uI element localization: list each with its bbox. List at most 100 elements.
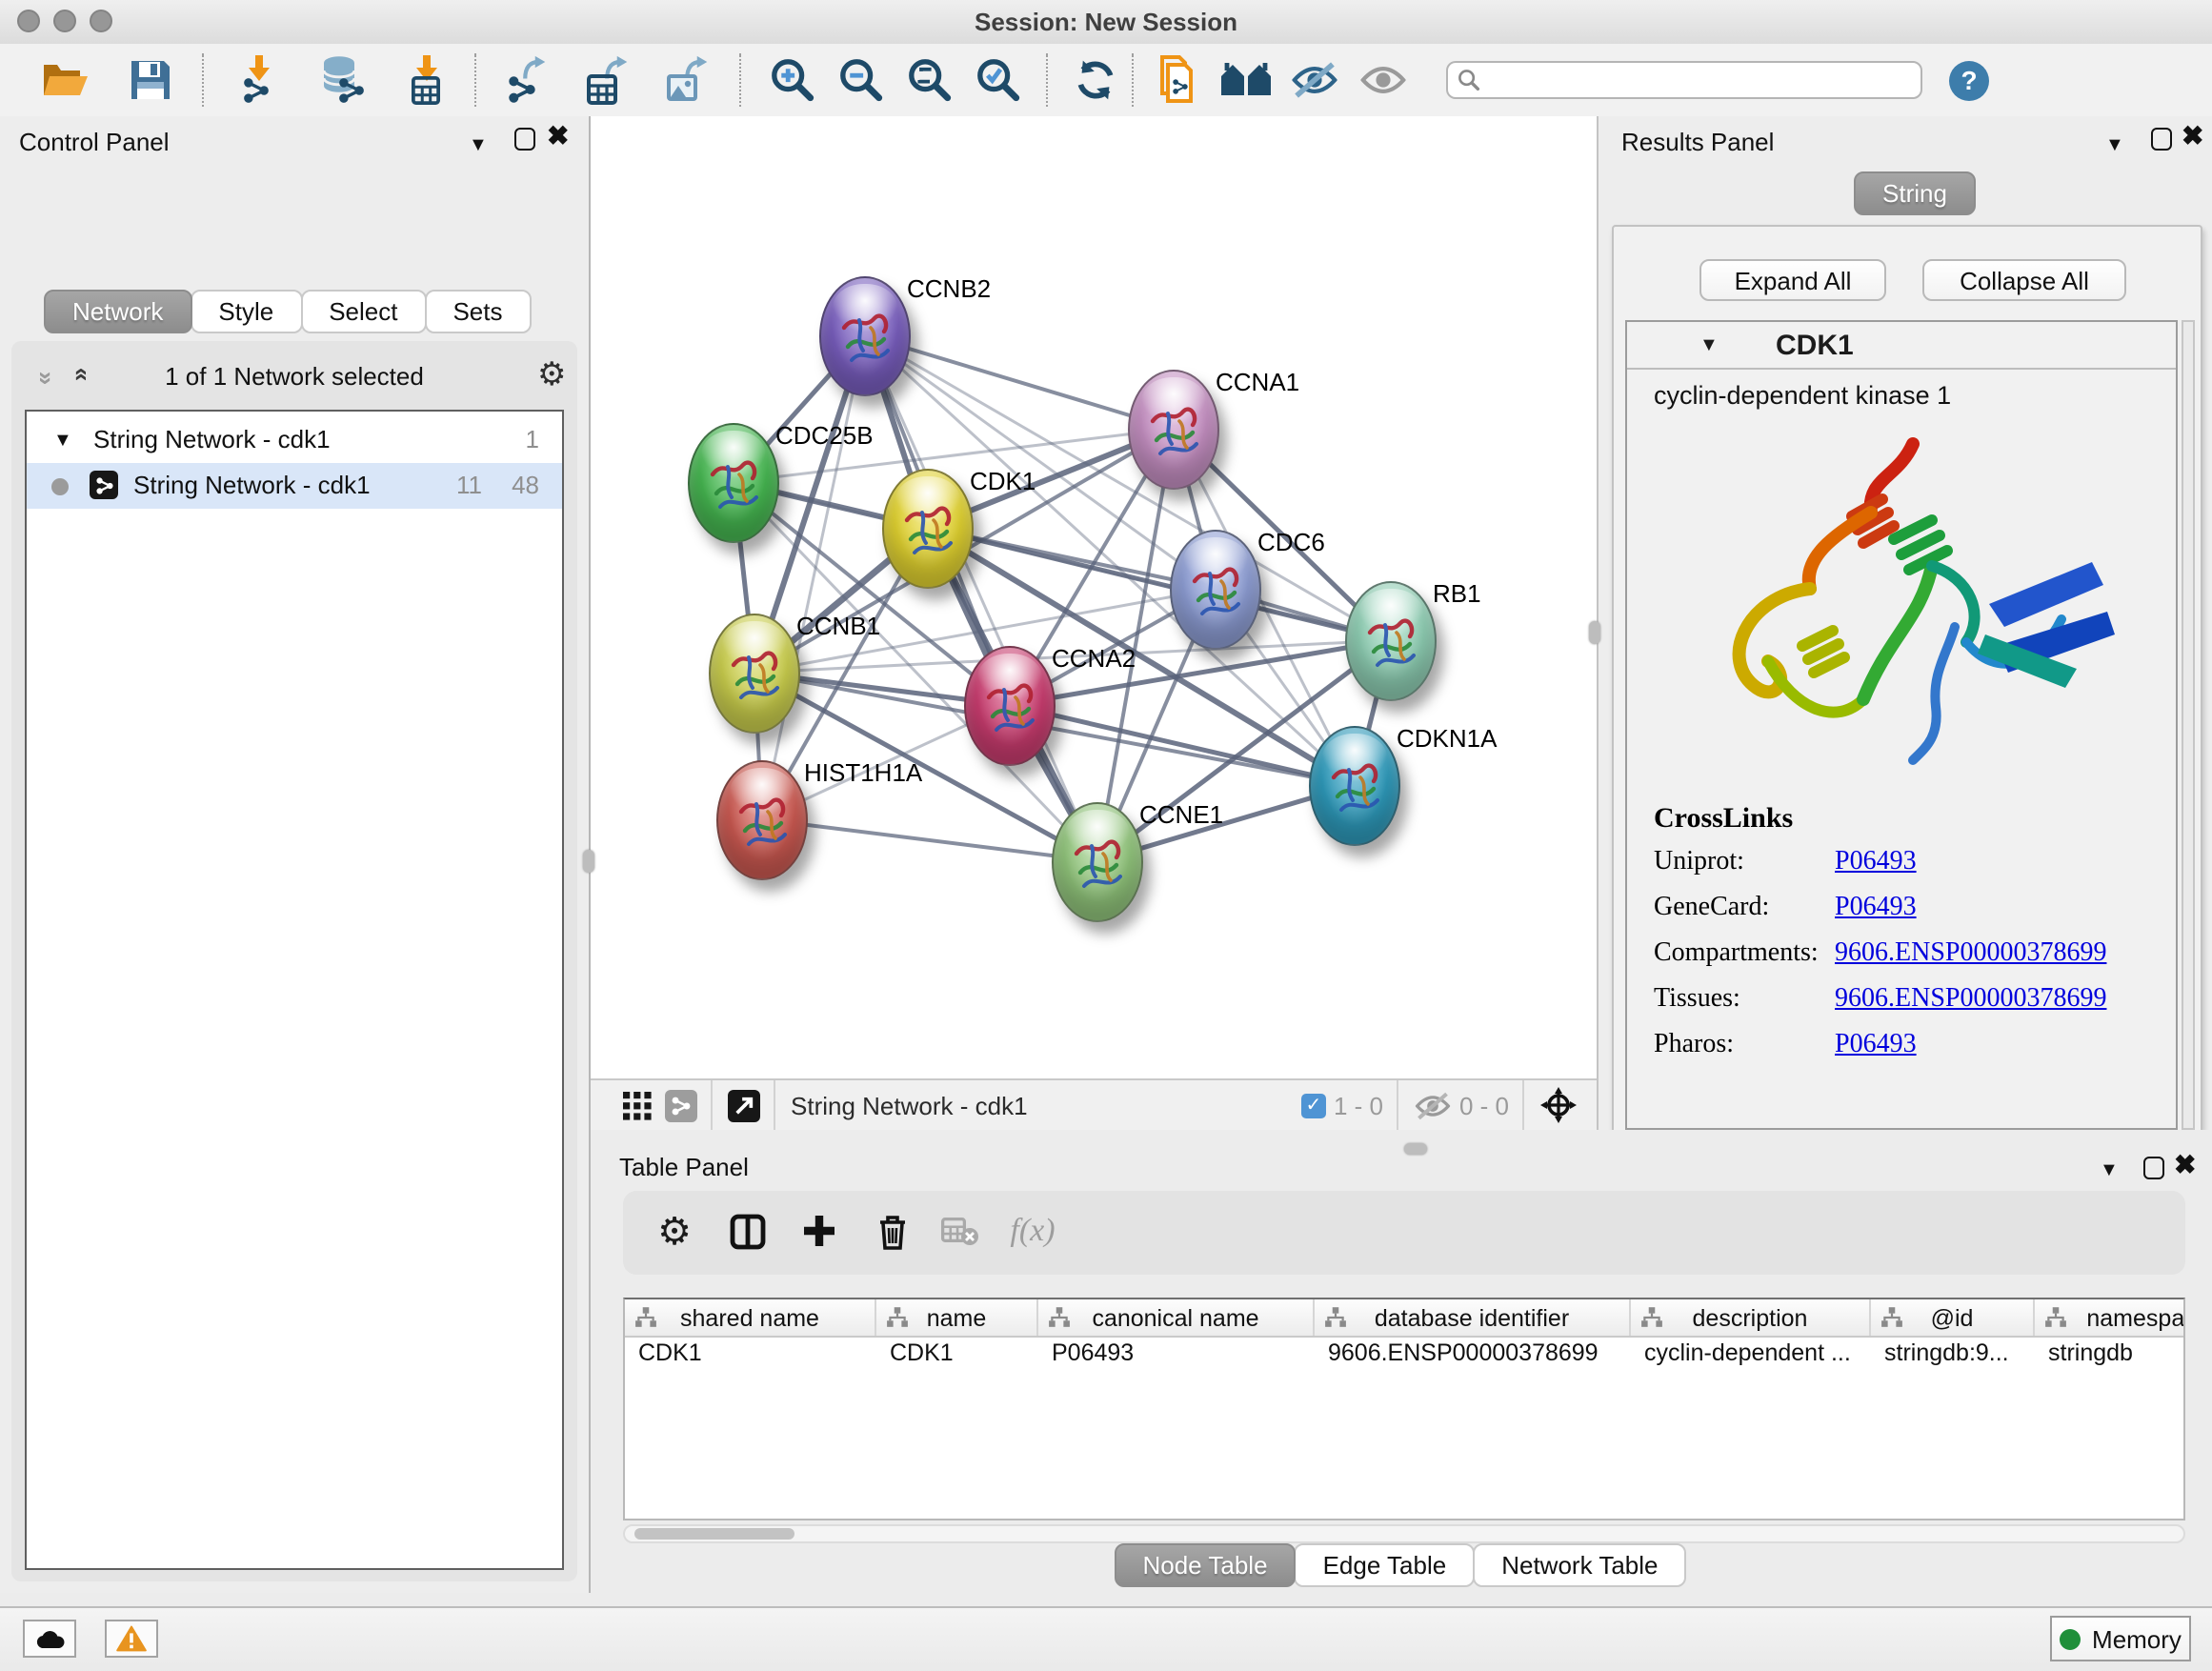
function-builder-icon[interactable]: f(x) bbox=[1000, 1206, 1065, 1256]
tab-style[interactable]: Style bbox=[190, 290, 302, 333]
expand-all-button[interactable]: Expand All bbox=[1699, 259, 1886, 301]
network-node-ccna2[interactable] bbox=[964, 645, 1056, 765]
first-neighbors-icon[interactable] bbox=[1217, 51, 1275, 109]
tab-network-table[interactable]: Network Table bbox=[1473, 1543, 1686, 1587]
refresh-icon[interactable] bbox=[1067, 51, 1124, 109]
export-image-icon[interactable] bbox=[659, 51, 716, 109]
crosslink-genecard-link[interactable]: P06493 bbox=[1835, 894, 1917, 924]
column-header-description[interactable]: description bbox=[1631, 1299, 1871, 1336]
tab-node-table[interactable]: Node Table bbox=[1114, 1543, 1296, 1587]
cell-database-identifier[interactable]: 9606.ENSP00000378699 bbox=[1315, 1336, 1631, 1370]
import-network-from-database-icon[interactable] bbox=[314, 51, 372, 109]
show-all-icon[interactable] bbox=[1355, 51, 1412, 109]
tab-sets[interactable]: Sets bbox=[424, 290, 531, 333]
panel-close-icon[interactable]: ✖ bbox=[2182, 124, 2203, 149]
crosslink-compartments-link[interactable]: 9606.ENSP00000378699 bbox=[1835, 939, 2106, 970]
cell-name[interactable]: CDK1 bbox=[876, 1336, 1038, 1370]
network-edge[interactable] bbox=[1010, 705, 1355, 785]
panel-float-icon[interactable] bbox=[514, 128, 535, 151]
gear-icon[interactable]: ⚙ bbox=[537, 356, 567, 394]
network-node-ccne1[interactable] bbox=[1052, 801, 1143, 921]
results-scrollbar[interactable] bbox=[2182, 320, 2195, 1130]
zoom-selected-icon[interactable] bbox=[970, 51, 1027, 109]
panel-float-icon[interactable] bbox=[2143, 1157, 2164, 1179]
panel-menu-icon[interactable]: ▼ bbox=[2105, 133, 2124, 158]
table-horizontal-scrollbar[interactable] bbox=[623, 1524, 2185, 1543]
column-header-database-identifier[interactable]: database identifier bbox=[1315, 1299, 1631, 1336]
splitter-handle[interactable] bbox=[583, 850, 594, 873]
panel-menu-icon[interactable]: ▼ bbox=[469, 133, 488, 158]
tab-select[interactable]: Select bbox=[300, 290, 426, 333]
column-header-canonical-name[interactable]: canonical name bbox=[1038, 1299, 1315, 1336]
column-header-namespace[interactable]: namespace bbox=[2035, 1299, 2185, 1336]
network-node-ccnb1[interactable] bbox=[709, 613, 800, 733]
gear-icon[interactable]: ⚙ bbox=[650, 1206, 699, 1256]
cell-canonical-name[interactable]: P06493 bbox=[1038, 1336, 1315, 1370]
import-network-from-file-icon[interactable] bbox=[231, 51, 288, 109]
crosslink-tissues-link[interactable]: 9606.ENSP00000378699 bbox=[1835, 985, 2106, 1016]
save-session-icon[interactable] bbox=[122, 51, 179, 109]
import-table-from-file-icon[interactable] bbox=[398, 51, 455, 109]
open-session-icon[interactable] bbox=[38, 51, 95, 109]
search-input[interactable] bbox=[1446, 61, 1922, 99]
crosslink-pharos-link[interactable]: P06493 bbox=[1835, 1031, 1917, 1061]
tab-edge-table[interactable]: Edge Table bbox=[1295, 1543, 1476, 1587]
cell--id[interactable]: stringdb:9... bbox=[1871, 1336, 2035, 1370]
node-entry-header[interactable]: ▼ CDK1 bbox=[1627, 322, 2176, 370]
add-column-icon[interactable] bbox=[794, 1206, 844, 1256]
network-node-cdk1[interactable] bbox=[882, 468, 974, 588]
network-node-cdc25b[interactable] bbox=[688, 422, 779, 542]
birdseye-grid-icon[interactable] bbox=[621, 1089, 654, 1121]
network-row-selected[interactable]: String Network - cdk1 11 48 bbox=[27, 463, 562, 509]
network-node-ccnb2[interactable] bbox=[819, 275, 911, 395]
show-columns-icon[interactable] bbox=[722, 1206, 772, 1256]
warning-button[interactable] bbox=[105, 1620, 158, 1658]
network-collection-row[interactable]: ▼ String Network - cdk1 1 bbox=[27, 417, 562, 463]
panel-menu-icon[interactable]: ▼ bbox=[2100, 1158, 2119, 1183]
network-node-hist1h1a[interactable] bbox=[716, 759, 808, 879]
network-edge[interactable] bbox=[865, 335, 1174, 429]
splitter-handle[interactable] bbox=[1589, 621, 1600, 644]
collapse-all-button[interactable]: Collapse All bbox=[1922, 259, 2126, 301]
zoom-in-icon[interactable] bbox=[764, 51, 821, 109]
zoom-out-icon[interactable] bbox=[833, 51, 890, 109]
cell-description[interactable]: cyclin-dependent ... bbox=[1631, 1336, 1871, 1370]
column-header-shared-name[interactable]: shared name bbox=[625, 1299, 876, 1336]
network-node-cdc6[interactable] bbox=[1170, 529, 1261, 649]
fit-content-crosshair-icon[interactable] bbox=[1539, 1086, 1578, 1124]
selected-checkbox-icon[interactable]: ✓ bbox=[1301, 1093, 1326, 1117]
network-collection-count: 1 bbox=[526, 425, 539, 453]
zoom-fit-icon[interactable] bbox=[901, 51, 958, 109]
cell-shared-name[interactable]: CDK1 bbox=[625, 1336, 876, 1370]
export-network-icon[interactable] bbox=[499, 51, 556, 109]
string-panel-icon[interactable] bbox=[665, 1089, 697, 1121]
crosslink-uniprot-link[interactable]: P06493 bbox=[1835, 848, 1917, 878]
delete-column-icon[interactable] bbox=[867, 1206, 916, 1256]
network-view-canvas[interactable]: CCNB2CCNA1CDC25BCDK1CDC6RB1CCNB1CCNA2CDK… bbox=[591, 116, 1597, 1078]
column-header--id[interactable]: @id bbox=[1871, 1299, 2035, 1336]
cloud-button[interactable] bbox=[23, 1620, 76, 1658]
help-icon[interactable]: ? bbox=[1949, 60, 1989, 100]
memory-button[interactable]: Memory bbox=[2050, 1616, 2191, 1661]
column-header-name[interactable]: name bbox=[876, 1299, 1038, 1336]
panel-close-icon[interactable]: ✖ bbox=[2174, 1153, 2196, 1178]
network-edge[interactable] bbox=[762, 819, 1097, 861]
network-node-ccna1[interactable] bbox=[1128, 369, 1219, 489]
delete-table-icon[interactable] bbox=[935, 1206, 985, 1256]
hide-selected-icon[interactable] bbox=[1286, 51, 1343, 109]
duplicate-network-icon[interactable] bbox=[1145, 51, 1202, 109]
table-row[interactable]: CDK1CDK1P064939606.ENSP00000378699cyclin… bbox=[625, 1336, 2185, 1370]
splitter-handle[interactable] bbox=[1404, 1143, 1427, 1155]
network-node-rb1[interactable] bbox=[1345, 580, 1437, 700]
collapse-triangle-icon[interactable]: ▼ bbox=[1699, 335, 1719, 356]
tab-string[interactable]: String bbox=[1854, 171, 1976, 215]
tab-network[interactable]: Network bbox=[44, 290, 191, 333]
panel-float-icon[interactable] bbox=[2151, 128, 2172, 151]
scrollbar-thumb[interactable] bbox=[634, 1528, 794, 1540]
open-in-window-icon[interactable] bbox=[728, 1089, 760, 1121]
export-table-icon[interactable] bbox=[579, 51, 636, 109]
collapse-triangle-icon[interactable]: ▼ bbox=[53, 431, 72, 452]
network-node-cdkn1a[interactable] bbox=[1309, 725, 1400, 845]
cell-namespace[interactable]: stringdb bbox=[2035, 1336, 2185, 1370]
panel-close-icon[interactable]: ✖ bbox=[547, 124, 569, 149]
